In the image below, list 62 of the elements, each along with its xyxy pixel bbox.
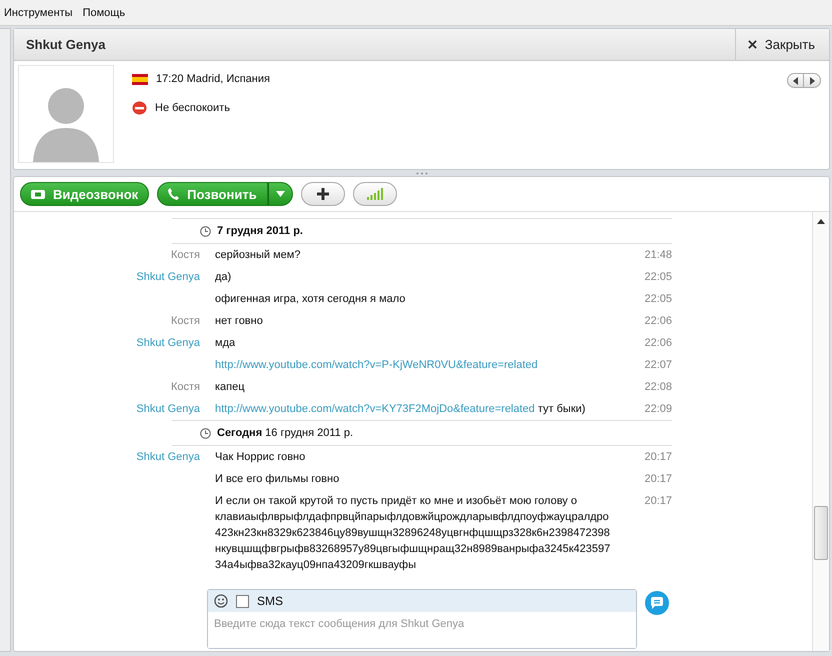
smiley-icon[interactable] [214,594,228,608]
author-name: Костя [170,380,200,395]
local-time: 17:20 Madrid, Испания [156,73,270,85]
author-name: Shkut Genya [135,270,200,285]
close-button[interactable]: Закрыть [734,29,829,60]
right-triangle-icon [809,76,815,84]
status-text: Не беспокоить [155,102,230,114]
message-time: 21:48 [643,248,672,263]
do-not-disturb-icon [132,101,147,115]
message-text: капец [215,380,246,395]
author-name: Shkut Genya [135,336,200,351]
close-icon [748,40,757,49]
menu-item[interactable]: Помощь [82,6,126,18]
plus-icon [316,188,329,200]
avatar-icon [18,65,114,163]
author-name: Shkut Genya [135,450,200,465]
clock-icon [200,428,211,438]
left-triangle-icon [792,76,798,84]
message-text: тут быки) [538,403,586,415]
add-button[interactable] [300,182,345,206]
phone-icon [168,188,180,200]
message-text: офигенная игра, хотя сегодня я мало [215,292,406,307]
up-arrow-icon[interactable] [816,218,826,224]
next-button[interactable] [804,73,821,88]
sms-label: SMS [257,594,284,608]
message-time: 22:08 [643,380,672,395]
message-time: 20:17 [643,450,672,465]
author-name: Костя [170,248,200,263]
clock-icon [200,226,211,236]
message-time: 22:09 [643,402,672,417]
message-time: 22:05 [643,270,672,285]
message-time: 20:17 [643,494,672,509]
send-button[interactable] [645,591,669,615]
message-time: 20:17 [643,472,672,487]
message-time: 22:06 [643,336,672,351]
message-text: да) [215,270,232,285]
author-name: Костя [170,314,200,329]
menu-item[interactable]: Инструменты [4,6,73,18]
message-field[interactable]: SMS Введите сюда текст сообщения для Shkut Genya [207,589,637,649]
caret-icon [276,191,285,197]
message-time: 22:07 [643,358,672,373]
date-heading: 7 грудня 2011 р. [217,225,303,237]
signal-bars-icon [366,188,383,200]
previous-button[interactable] [787,73,804,88]
message-time: 22:06 [643,314,672,329]
message-time: 22:05 [643,292,672,307]
message-text: Чак Норрис говно [215,450,306,465]
flag-icon [132,74,148,84]
message-text: мда [215,336,236,351]
message-text: И если он такой крутой то пусть придёт ко мне и изобьёт мою голову о клавиаыфлврыфлдафпрвцйпарыфлдовжйцрождларывфлдпоуфжауцралдро423кн23кн8329к623846цу89вушщн32896248уцвгнфцшщрз328к6н2398472398нкувцшщфвгрыфв83268957у89цвгыфшщнращ32н8989ванрыфа3245к42359734а4ыфва32кауц09нпа43209гкшвауфы [215,494,612,573]
splitter-handle[interactable] [416,172,428,174]
message-text: серйозный мем? [215,248,302,263]
camera-icon [31,188,45,200]
call-dropdown-button[interactable] [268,182,293,206]
contact-name: Shkut Genya [25,37,106,52]
sms-checkbox[interactable] [236,594,249,608]
message-text: И все его фильмы говно [215,472,340,487]
date-heading: Сегодня 16 грудня 2011 р. [217,427,354,439]
scrollbar[interactable] [812,212,829,651]
scroll-thumb[interactable] [814,506,828,560]
message-text: нет говно [215,314,264,329]
author-name: Shkut Genya [135,402,200,417]
